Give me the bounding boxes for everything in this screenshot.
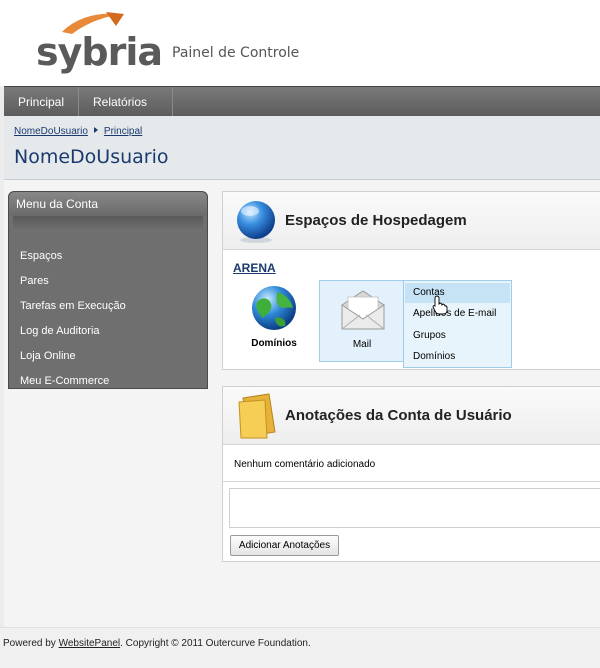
add-notes-button[interactable]: Adicionar Anotações: [230, 535, 339, 556]
popup-item-contas[interactable]: Contas: [405, 283, 510, 303]
breadcrumb-bar: NomeDoUsuario Principal NomeDoUsuario: [4, 116, 600, 180]
account-notes-title: Anotações da Conta de Usuário: [285, 407, 512, 424]
menu-item-loja-online[interactable]: Loja Online: [9, 344, 207, 369]
breadcrumb-principal-link[interactable]: Principal: [104, 126, 142, 137]
menu-item-log-auditoria[interactable]: Log de Auditoria: [9, 319, 207, 344]
hosting-spaces-title: Espaços de Hospedagem: [285, 212, 467, 229]
notes-empty-message: Nenhum comentário adicionado: [223, 447, 600, 482]
menu-item-ecommerce[interactable]: Meu E-Commerce: [9, 369, 207, 394]
domains-globe-icon: [252, 286, 296, 330]
footer-prefix: Powered by: [3, 638, 59, 649]
globe-icon: [237, 201, 275, 243]
nav-principal[interactable]: Principal: [4, 87, 79, 117]
mail-popup-menu: Contas Apelidos de E-mail Grupos Domínio…: [403, 280, 512, 368]
top-nav: Principal Relatórios: [4, 86, 600, 134]
domains-shortcut[interactable]: Domínios: [231, 280, 317, 362]
mail-shortcut[interactable]: Mail: [319, 280, 405, 362]
account-notes-header: Anotações da Conta de Usuário: [223, 387, 600, 445]
page-title: NomeDoUsuario: [14, 146, 169, 168]
popup-item-dominios[interactable]: Domínios: [405, 347, 510, 367]
mail-envelope-icon: [341, 290, 385, 330]
notes-textarea[interactable]: [229, 488, 600, 528]
menu-item-tarefas[interactable]: Tarefas em Execução: [9, 294, 207, 319]
note-folder-icon: [238, 393, 276, 439]
hand-cursor-icon: [432, 295, 448, 315]
hosting-spaces-header: Espaços de Hospedagem: [223, 192, 600, 250]
popup-item-apelidos-email[interactable]: Apelidos de E-mail: [405, 304, 510, 324]
space-link-arena[interactable]: ARENA: [233, 261, 276, 275]
header: sybria Painel de Controle: [0, 0, 600, 86]
menu-item-pares[interactable]: Pares: [9, 269, 207, 294]
sybria-logo[interactable]: sybria: [36, 10, 163, 74]
breadcrumb: NomeDoUsuario Principal: [14, 126, 142, 137]
footer: Powered by WebsitePanel. Copyright © 201…: [0, 627, 600, 668]
account-menu-title: Menu da Conta: [9, 192, 207, 216]
menu-divider: [13, 216, 203, 232]
chevron-right-icon: [93, 127, 98, 133]
mail-shortcut-label: Mail: [352, 339, 372, 350]
nav-relatorios-label: Relatórios: [93, 95, 148, 109]
nav-principal-label: Principal: [18, 95, 65, 109]
footer-suffix: . Copyright © 2011 Outercurve Foundation…: [120, 638, 311, 649]
footer-websitepanel-link[interactable]: WebsitePanel: [59, 638, 121, 649]
account-menu-items: Espaços Pares Tarefas em Execução Log de…: [9, 244, 207, 394]
panel-title: Painel de Controle: [172, 45, 300, 61]
popup-item-grupos[interactable]: Grupos: [405, 326, 510, 346]
menu-item-espacos[interactable]: Espaços: [9, 244, 207, 269]
footer-text: Powered by WebsitePanel. Copyright © 201…: [3, 638, 311, 649]
breadcrumb-user-link[interactable]: NomeDoUsuario: [14, 126, 88, 137]
domains-shortcut-label: Domínios: [251, 338, 297, 349]
logo-text: sybria: [36, 30, 163, 74]
nav-relatorios[interactable]: Relatórios: [79, 87, 173, 134]
account-menu: Menu da Conta Espaços Pares Tarefas em E…: [8, 191, 208, 389]
